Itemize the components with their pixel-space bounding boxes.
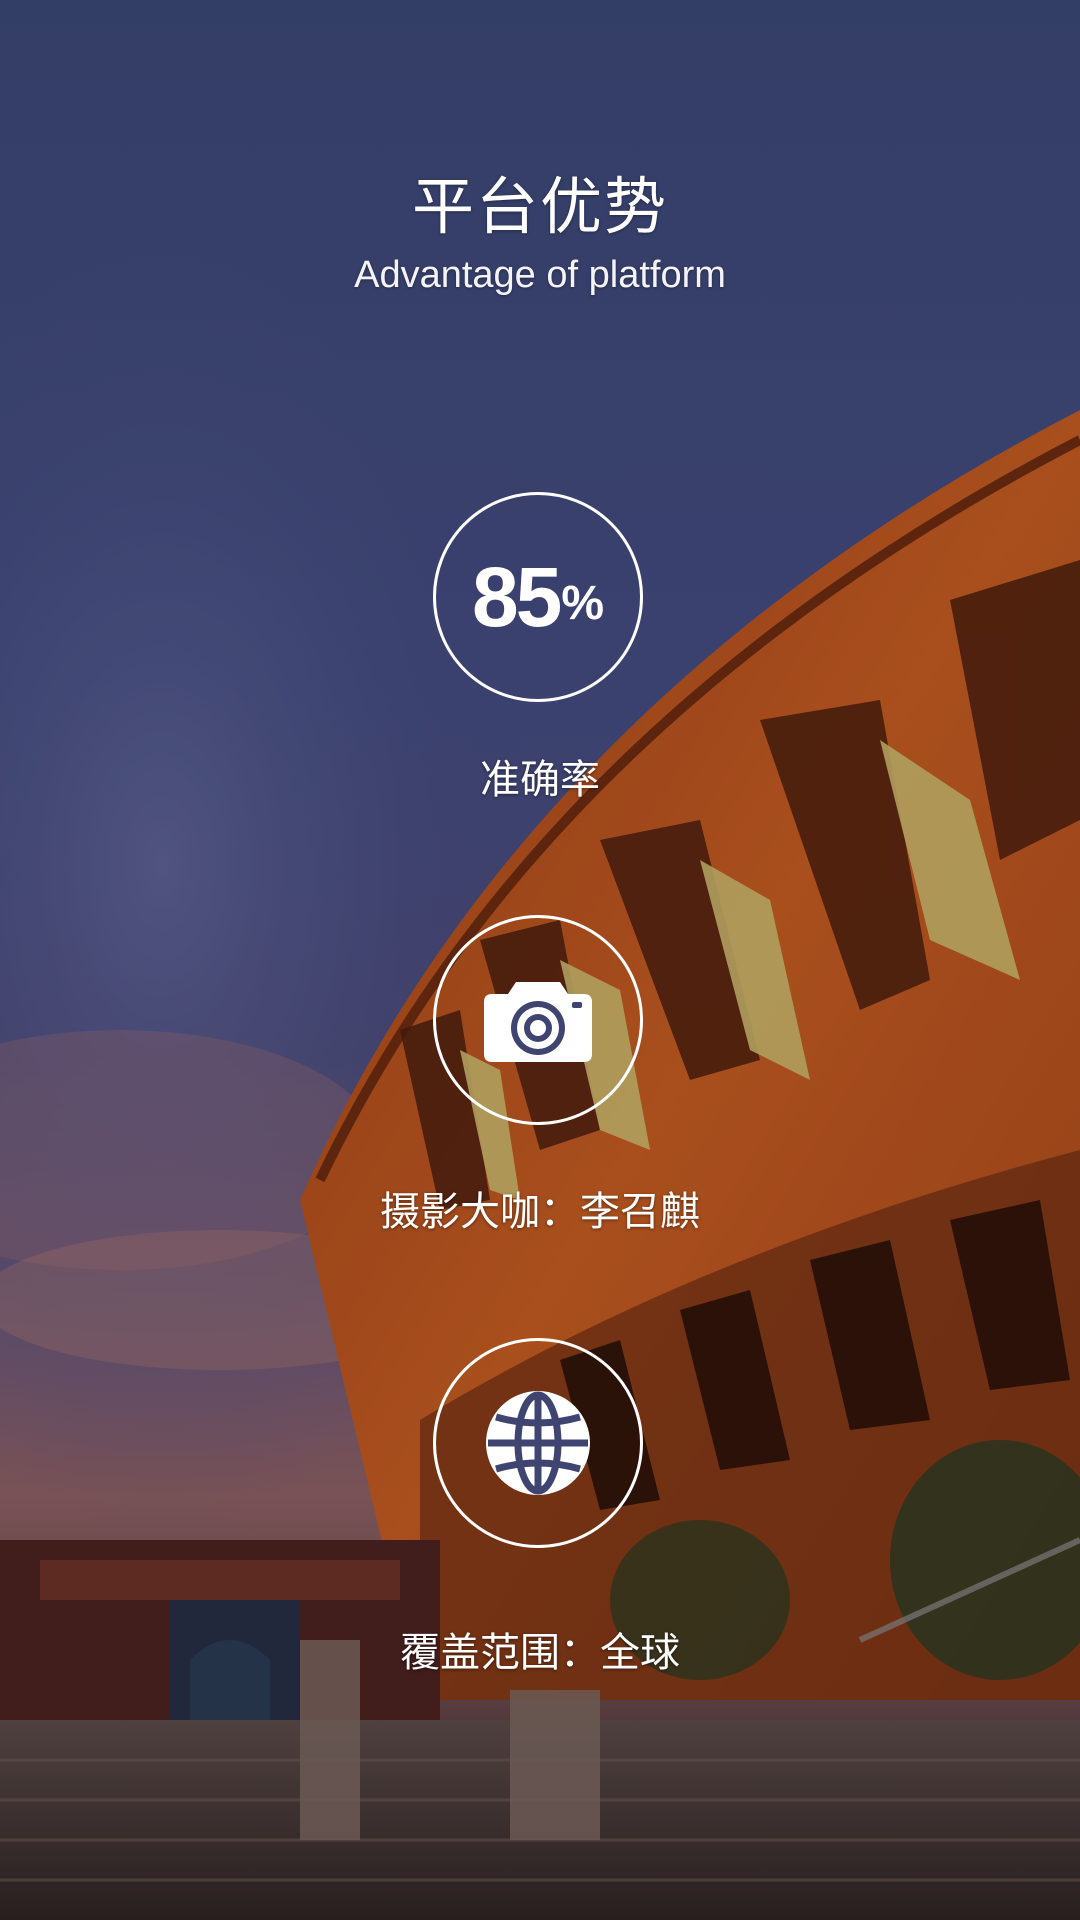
globe-badge xyxy=(433,1338,643,1548)
photographer-label: 摄影大咖：李召麒 xyxy=(380,1189,700,1235)
accuracy-unit: % xyxy=(561,576,605,630)
accuracy-badge: 85% xyxy=(433,492,643,702)
globe-icon xyxy=(436,1341,640,1545)
accuracy-value: 85 xyxy=(471,549,562,644)
camera-badge xyxy=(433,915,643,1125)
page-subtitle: Advantage of platform xyxy=(354,254,726,296)
accuracy-label: 准确率 xyxy=(480,757,600,803)
coverage-label: 覆盖范围：全球 xyxy=(400,1630,680,1676)
page-header: 平台优势 Advantage of platform xyxy=(0,168,1080,300)
camera-icon xyxy=(436,918,640,1122)
platform-advantages-page: 平台优势 Advantage of platform 85% 准确率 摄影大咖：… xyxy=(0,0,1080,1920)
page-title: 平台优势 xyxy=(411,170,668,243)
